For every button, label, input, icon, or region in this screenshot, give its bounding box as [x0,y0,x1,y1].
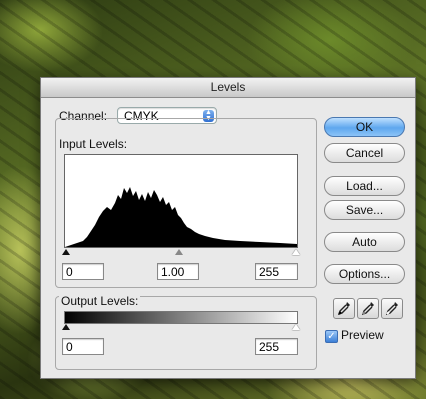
output-white-field[interactable]: 255 [255,338,298,355]
output-levels-label: Output Levels: [59,294,141,308]
output-black-slider[interactable] [62,324,70,330]
input-white-slider[interactable] [292,249,300,255]
histogram-shape [65,187,297,247]
input-gamma-field[interactable]: 1.00 [157,263,199,280]
output-gradient-bar [64,311,298,324]
input-white-field[interactable]: 255 [255,263,298,280]
input-black-slider[interactable] [62,249,70,255]
histogram-graph [65,187,297,247]
cancel-button[interactable]: Cancel [324,143,405,163]
options-button[interactable]: Options... [324,264,405,284]
input-gamma-slider[interactable] [175,249,183,255]
checkmark-icon: ✓ [327,331,336,342]
levels-dialog: Levels Channel: CMYK ▲ ▼ Input Levels: 0 … [40,77,416,379]
input-levels-label: Input Levels: [59,137,128,151]
auto-button[interactable]: Auto [324,232,405,252]
preview-label: Preview [341,328,384,342]
ok-button[interactable]: OK [324,117,405,137]
histogram [64,154,298,248]
save-button[interactable]: Save... [324,200,405,220]
gray-eyedropper-icon [361,302,374,316]
white-eyedropper-button[interactable] [381,298,403,319]
load-button[interactable]: Load... [324,176,405,196]
gray-eyedropper-button[interactable] [357,298,379,319]
output-black-field[interactable]: 0 [62,338,104,355]
preview-checkbox[interactable]: ✓ [325,330,338,343]
output-white-slider[interactable] [292,324,300,330]
white-eyedropper-icon [385,302,398,316]
input-black-field[interactable]: 0 [62,263,104,280]
black-eyedropper-icon [337,302,350,316]
black-eyedropper-button[interactable] [333,298,355,319]
dialog-title: Levels [41,78,415,98]
